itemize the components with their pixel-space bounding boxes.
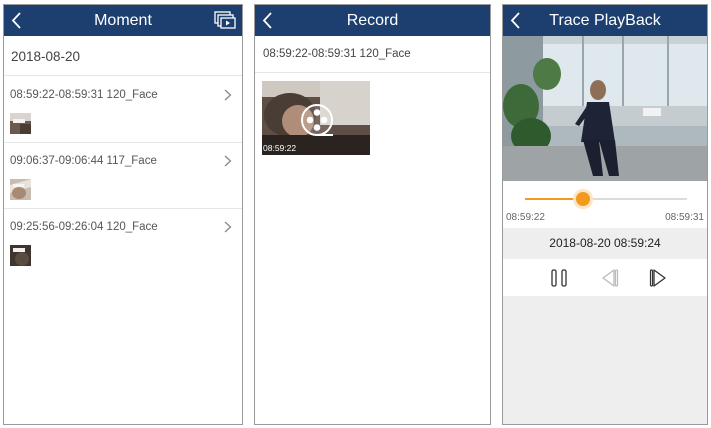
pause-icon [551, 269, 567, 287]
record-time-range: 08:59:22-08:59:31 120_Face [10, 89, 158, 101]
current-timestamp: 2018-08-20 08:59:24 [549, 236, 661, 250]
record-item-1[interactable]: 08:59:22-08:59:31 120_Face [4, 76, 242, 142]
chevron-right-icon [224, 88, 232, 101]
chevron-right-icon [224, 154, 232, 167]
back-icon[interactable] [261, 12, 275, 29]
face-thumbnail [10, 113, 31, 134]
back-icon[interactable] [509, 12, 523, 29]
record-screen: Record 08:59:22-08:59:31 120_Face 08:59:… [254, 4, 491, 425]
previous-frame-button[interactable] [598, 267, 620, 289]
divider [255, 72, 490, 73]
record-time-range: 09:25:56-09:26:04 120_Face [10, 221, 158, 233]
back-icon[interactable] [10, 12, 24, 29]
record-item-3[interactable]: 09:25:56-09:26:04 120_Face [4, 208, 242, 274]
timeline-area: 08:59:22 08:59:31 [503, 181, 707, 228]
playlist-icon[interactable] [214, 11, 236, 29]
end-time: 08:59:31 [665, 212, 704, 223]
playback-controls [503, 259, 707, 296]
page-title: Record [346, 11, 399, 29]
timeline-handle[interactable] [576, 192, 591, 206]
page-title: Trace PlayBack [549, 11, 661, 29]
record-item-2[interactable]: 09:06:37-09:06:44 117_Face [4, 142, 242, 208]
video-thumbnail[interactable]: 08:59:22 [262, 81, 370, 155]
trace-playback-screen: Trace PlayBack 08:59:22 08:59:31 2018-08… [502, 4, 708, 425]
record-nav-bar: Record [255, 5, 490, 36]
video-player[interactable] [503, 36, 707, 181]
step-forward-icon [649, 269, 666, 287]
record-time-range: 08:59:22-08:59:31 120_Face [263, 48, 411, 60]
moment-nav-bar: Moment [4, 5, 242, 36]
start-time: 08:59:22 [506, 212, 545, 223]
timeline-progress [525, 198, 584, 200]
thumbnail-timestamp: 08:59:22 [263, 143, 297, 153]
moment-screen: Moment 2018-08-20 08:59:22-08:59:31 120_… [3, 4, 243, 425]
video-frame [503, 36, 707, 181]
next-frame-button[interactable] [648, 267, 670, 289]
step-back-icon [602, 269, 619, 287]
film-reel-icon[interactable] [299, 102, 335, 138]
chevron-right-icon [224, 220, 232, 233]
face-thumbnail [10, 179, 31, 200]
face-thumbnail [10, 245, 31, 266]
playback-nav-bar: Trace PlayBack [503, 5, 707, 36]
timeline-track[interactable] [525, 192, 687, 206]
page-title: Moment [94, 11, 152, 29]
record-time-range: 09:06:37-09:06:44 117_Face [10, 155, 157, 167]
pause-button[interactable] [548, 267, 570, 289]
date-header: 2018-08-20 [11, 49, 81, 64]
